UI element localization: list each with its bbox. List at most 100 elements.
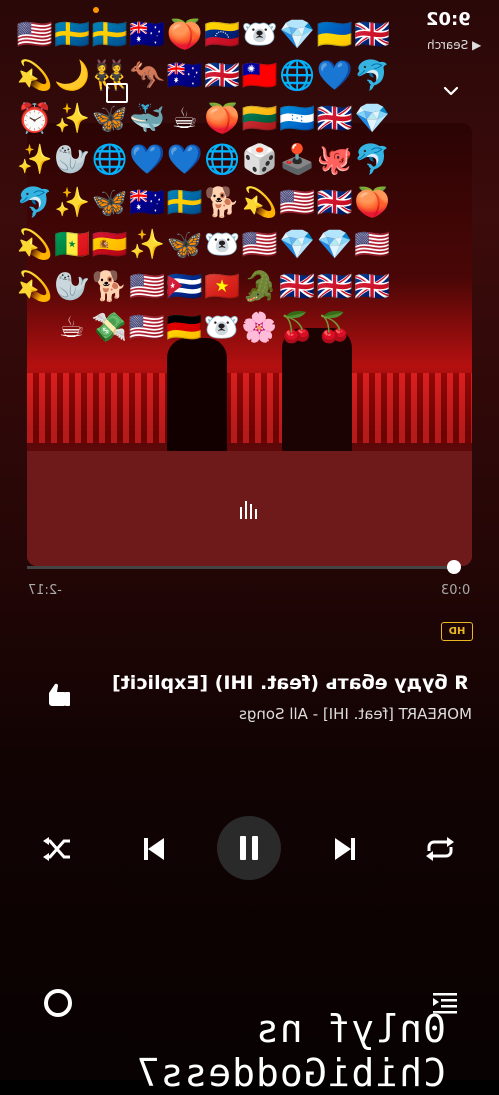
- emoji-sticker: 💫: [16, 269, 53, 303]
- emoji-sticker: 🇺🇸: [354, 227, 391, 261]
- emoji-sticker: 🇺🇸: [128, 310, 165, 344]
- emoji-sticker: 💫: [16, 58, 53, 92]
- track-title: Я буду ебать (feat. IHI) [Explicit]: [112, 672, 469, 694]
- emoji-sticker: 🇺🇸: [16, 17, 53, 51]
- emoji-sticker: ⏰: [16, 101, 53, 135]
- emoji-sticker: 🇬🇧: [354, 17, 391, 51]
- watermark-text: 0nlyf ns ChibiGoddess7: [135, 1007, 446, 1095]
- emoji-sticker: 🍑: [166, 17, 203, 51]
- emoji-row: ✨ 🦭 🌐 💙 💙 🌐 🎲 🕹️ 🐙 🐬: [16, 145, 391, 174]
- emoji-sticker: 🇸🇳: [54, 227, 91, 261]
- equalizer-icon: [240, 501, 257, 519]
- progress-bar[interactable]: [27, 566, 460, 569]
- emoji-sticker: 💙: [166, 142, 203, 176]
- emoji-sticker: 🇺🇦: [316, 17, 353, 51]
- emoji-sticker: 🇦🇺: [129, 185, 166, 219]
- previous-icon: [144, 838, 164, 860]
- emoji-sticker: 🇻🇳: [204, 269, 241, 303]
- back-to-search[interactable]: ◀ Search: [427, 38, 481, 52]
- emoji-sticker: 🇬🇧: [279, 269, 316, 303]
- emoji-sticker: 🇭🇳: [279, 101, 316, 135]
- emoji-sticker: 🎲: [241, 142, 278, 176]
- emoji-row: 🇺🇸 🇸🇪 🇸🇪 🇦🇺 🍑 🇻🇪 🐻‍❄️ 💎 🇺🇦 🇬🇧: [16, 20, 391, 49]
- emoji-row: 🐬 ✨ 🦋 🇦🇺 🇸🇪 🐕 💫 🇺🇸 🇬🇧 🍑: [16, 188, 391, 217]
- emoji-sticker: 💎: [279, 17, 316, 51]
- repeat-icon: [426, 837, 454, 861]
- emoji-sticker: 💙: [316, 58, 353, 92]
- emoji-sticker: 🐕: [204, 185, 241, 219]
- emoji-sticker: 🇺🇸: [241, 227, 278, 261]
- emoji-sticker: 🐻‍❄️: [204, 227, 241, 261]
- emoji-sticker: 🇪🇸: [91, 227, 128, 261]
- emoji-sticker: 🐻‍❄️: [203, 310, 240, 344]
- emoji-sticker: 🐳: [129, 101, 166, 135]
- pause-icon: [240, 836, 258, 860]
- emoji-sticker: 💎: [354, 101, 391, 135]
- skip-previous-button[interactable]: [331, 834, 359, 864]
- emoji-sticker: 💎: [316, 227, 353, 261]
- emoji-sticker: 🐊: [241, 269, 278, 303]
- emoji-sticker: 🐬: [16, 185, 53, 219]
- art-street-lights: [27, 373, 472, 443]
- skip-next-button[interactable]: [140, 834, 168, 864]
- emoji-sticker: 🐬: [354, 142, 391, 176]
- emoji-sticker: ✨: [54, 185, 91, 219]
- chevron-down-icon[interactable]: [442, 82, 460, 100]
- shuffle-icon: [43, 837, 70, 861]
- emoji-sticker: 🌐: [91, 142, 128, 176]
- emoji-sticker: ☕: [171, 101, 198, 135]
- emoji-sticker: 🦋: [91, 185, 128, 219]
- emoji-sticker: 🇻🇪: [204, 17, 241, 51]
- emoji-sticker: 🦘: [129, 58, 166, 92]
- emoji-sticker: 🇬🇧: [354, 269, 391, 303]
- emoji-sticker: 🇹🇼: [241, 58, 278, 92]
- mic-indicator: [93, 7, 99, 13]
- share-icon[interactable]: [106, 83, 128, 103]
- emoji-sticker: 🇬🇧: [316, 101, 353, 135]
- emoji-sticker: 🇬🇧: [316, 185, 353, 219]
- progress-knob[interactable]: [447, 560, 461, 574]
- repeat-button[interactable]: [40, 832, 76, 866]
- emoji-sticker: 🐻‍❄️: [241, 17, 278, 51]
- emoji-sticker: 🇸🇪: [54, 17, 91, 51]
- pause-button[interactable]: [217, 816, 281, 880]
- emoji-sticker: ✨: [54, 101, 91, 135]
- emoji-sticker: 🦭: [54, 142, 91, 176]
- emoji-sticker: 🍑: [354, 185, 391, 219]
- emoji-sticker: 💫: [16, 227, 53, 261]
- emoji-sticker: 🇸🇪: [91, 17, 128, 51]
- emoji-sticker: 💫: [241, 185, 278, 219]
- thumbs-up-icon[interactable]: [42, 678, 72, 708]
- track-subtitle[interactable]: MOREART [feat. IHI] - All Songs: [239, 705, 472, 723]
- art-figure-right: [282, 328, 352, 453]
- emoji-sticker: 🦋: [91, 101, 128, 135]
- emoji-sticker: 🇱🇹: [241, 101, 278, 135]
- emoji-sticker: 🌐: [279, 58, 316, 92]
- emoji-sticker: 🌸: [241, 310, 278, 344]
- emoji-sticker: ✨: [16, 142, 53, 176]
- emoji-sticker: 🇺🇸: [129, 269, 166, 303]
- emoji-row: 💫 🌙 👯 🦘 🇦🇺 🇬🇧 🇹🇼 🌐 💙 🐬: [16, 61, 391, 90]
- emoji-sticker: 🇦🇺: [129, 17, 166, 51]
- emoji-sticker: 🇬🇧: [316, 269, 353, 303]
- emoji-sticker: 🇺🇸: [279, 185, 316, 219]
- emoji-sticker: 🇨🇺: [166, 269, 203, 303]
- emoji-row: 💫 🇸🇳 🇪🇸 ✨ 🦋 🐻‍❄️ 🇺🇸 💎 💎 🇺🇸: [16, 230, 391, 259]
- emoji-sticker: 🇩🇪: [166, 310, 203, 344]
- shuffle-button[interactable]: [422, 833, 458, 865]
- emoji-sticker: 🦋: [166, 227, 203, 261]
- emoji-sticker: 🐕: [91, 269, 128, 303]
- status-time: 9:02: [426, 9, 471, 30]
- back-label: Search: [426, 38, 468, 52]
- emoji-sticker: 🇬🇧: [204, 58, 241, 92]
- emoji-sticker: 🕹️: [279, 142, 316, 176]
- emoji-sticker: 🇸🇪: [166, 185, 203, 219]
- emoji-sticker: 💸: [91, 310, 128, 344]
- emoji-sticker: 🍒: [316, 310, 353, 344]
- hd-badge: HD: [441, 622, 473, 641]
- emoji-sticker: ✨: [129, 227, 166, 261]
- emoji-sticker: 🍒: [278, 310, 315, 344]
- emoji-sticker: 🐙: [316, 142, 353, 176]
- art-figure-left: [167, 338, 227, 453]
- emoji-sticker: 🌙: [54, 58, 91, 92]
